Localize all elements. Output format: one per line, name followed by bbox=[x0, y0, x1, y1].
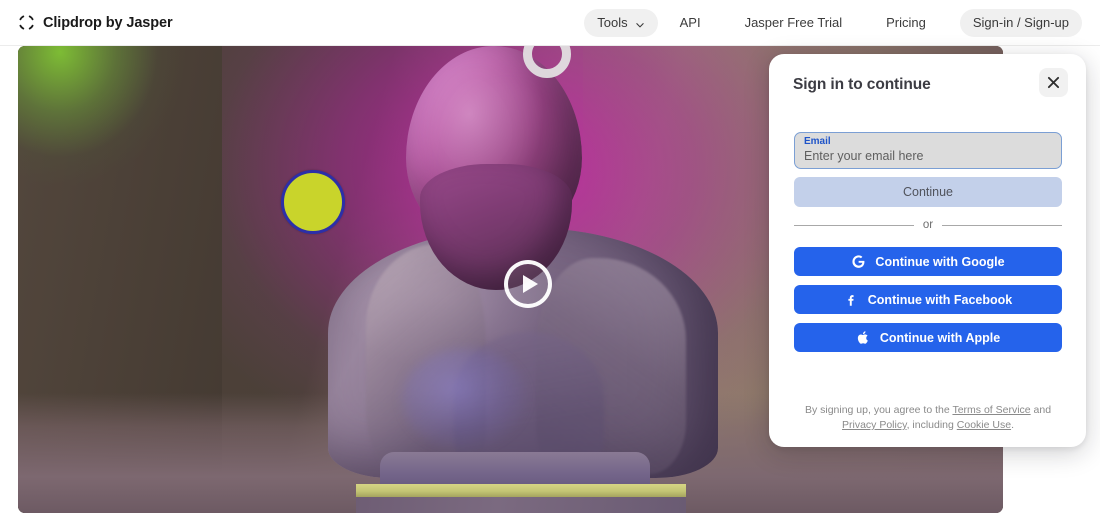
highlight-circle-annotation bbox=[281, 170, 345, 234]
continue-with-facebook-label: Continue with Facebook bbox=[867, 292, 1013, 307]
divider-label: or bbox=[922, 219, 934, 231]
nav-tools-dropdown[interactable]: Tools bbox=[584, 8, 658, 37]
legal-suffix: . bbox=[1011, 419, 1014, 431]
signin-modal: Sign in to continue Email Continue or bbox=[769, 54, 1086, 447]
email-field-label: Email bbox=[804, 136, 831, 147]
legal-prefix: By signing up, you agree to the bbox=[804, 404, 953, 416]
facebook-icon bbox=[844, 292, 859, 307]
continue-button[interactable]: Continue bbox=[794, 177, 1062, 207]
divider-line-right bbox=[942, 224, 1063, 226]
nav-tools-label: Tools bbox=[597, 15, 628, 30]
nav-link-jasper-free-trial[interactable]: Jasper Free Trial bbox=[723, 15, 865, 30]
nav-signin-signup-button[interactable]: Sign-in / Sign-up bbox=[959, 8, 1082, 37]
modal-title: Sign in to continue bbox=[793, 76, 931, 93]
continue-with-google-button[interactable]: Continue with Google bbox=[794, 247, 1062, 276]
continue-with-google-label: Continue with Google bbox=[875, 254, 1005, 269]
continue-with-apple-label: Continue with Apple bbox=[879, 330, 1001, 345]
nav-signin-signup-label: Sign-in / Sign-up bbox=[972, 15, 1069, 30]
email-field[interactable]: Email bbox=[794, 132, 1062, 169]
statue-blue-glow bbox=[402, 348, 528, 450]
top-navbar: Clipdrop by Jasper Tools API Jasper Free… bbox=[0, 0, 1100, 46]
privacy-policy-link[interactable]: Privacy Policy bbox=[842, 419, 907, 431]
google-icon bbox=[851, 254, 866, 269]
email-input[interactable] bbox=[804, 148, 1052, 165]
nav-link-pricing[interactable]: Pricing bbox=[864, 15, 948, 30]
page-root: Clipdrop by Jasper Tools API Jasper Free… bbox=[0, 0, 1100, 531]
close-button[interactable] bbox=[1039, 68, 1068, 97]
legal-middle: and bbox=[1030, 404, 1052, 416]
chevron-down-icon bbox=[635, 18, 645, 28]
brand-logo[interactable]: Clipdrop by Jasper bbox=[18, 14, 173, 31]
continue-with-facebook-button[interactable]: Continue with Facebook bbox=[794, 285, 1062, 314]
legal-middle-2: , including bbox=[906, 419, 957, 431]
continue-with-apple-button[interactable]: Continue with Apple bbox=[794, 323, 1062, 352]
divider-line-left bbox=[794, 224, 914, 226]
nav-link-api[interactable]: API bbox=[658, 15, 723, 30]
apple-icon bbox=[856, 330, 871, 345]
or-divider: or bbox=[794, 218, 1063, 232]
scene-green-glow bbox=[18, 46, 222, 256]
legal-text: By signing up, you agree to the Terms of… bbox=[791, 403, 1065, 433]
brand-name: Clipdrop by Jasper bbox=[43, 14, 173, 31]
close-icon bbox=[1047, 76, 1060, 89]
cookie-use-link[interactable]: Cookie Use bbox=[957, 419, 1011, 431]
terms-of-service-link[interactable]: Terms of Service bbox=[952, 404, 1030, 416]
play-icon bbox=[522, 275, 538, 293]
play-button[interactable] bbox=[504, 260, 552, 308]
statue-pedestal-top bbox=[356, 484, 686, 497]
clipdrop-crop-marks-icon bbox=[18, 14, 35, 31]
nav-items: Tools API Jasper Free Trial Pricing Sign… bbox=[584, 8, 1082, 37]
